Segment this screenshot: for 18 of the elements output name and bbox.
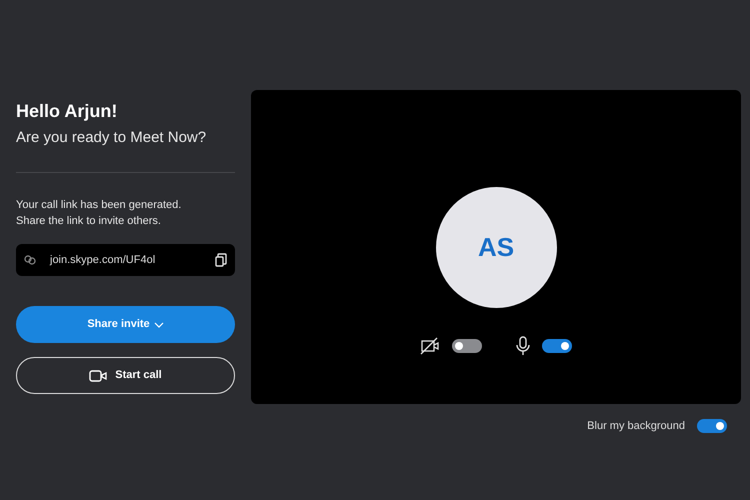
toggle-switch[interactable] xyxy=(452,339,482,353)
link-text: join.skype.com/UF4ol xyxy=(50,252,156,268)
info-text: Your call link has been generated. Share the link to invite others. xyxy=(16,198,182,229)
toggle-switch[interactable] xyxy=(697,419,727,434)
copy-icon[interactable] xyxy=(215,253,227,267)
chevron-down-icon xyxy=(154,322,164,328)
blur-label: Blur my background xyxy=(587,419,685,434)
greeting: Hello Arjun! xyxy=(16,100,118,123)
subtitle: Are you ready to Meet Now? xyxy=(16,128,208,148)
link-icon xyxy=(24,255,36,265)
video-camera-icon xyxy=(89,368,108,384)
share-invite-button[interactable]: Share invite xyxy=(16,306,235,343)
toggle-switch[interactable] xyxy=(542,339,572,353)
camera-off-icon[interactable] xyxy=(420,337,440,355)
microphone-icon[interactable] xyxy=(516,336,530,356)
start-call-button[interactable]: Start call xyxy=(16,357,235,394)
link-field[interactable]: join.skype.com/UF4ol xyxy=(16,244,235,276)
avatar: AS xyxy=(436,187,556,308)
